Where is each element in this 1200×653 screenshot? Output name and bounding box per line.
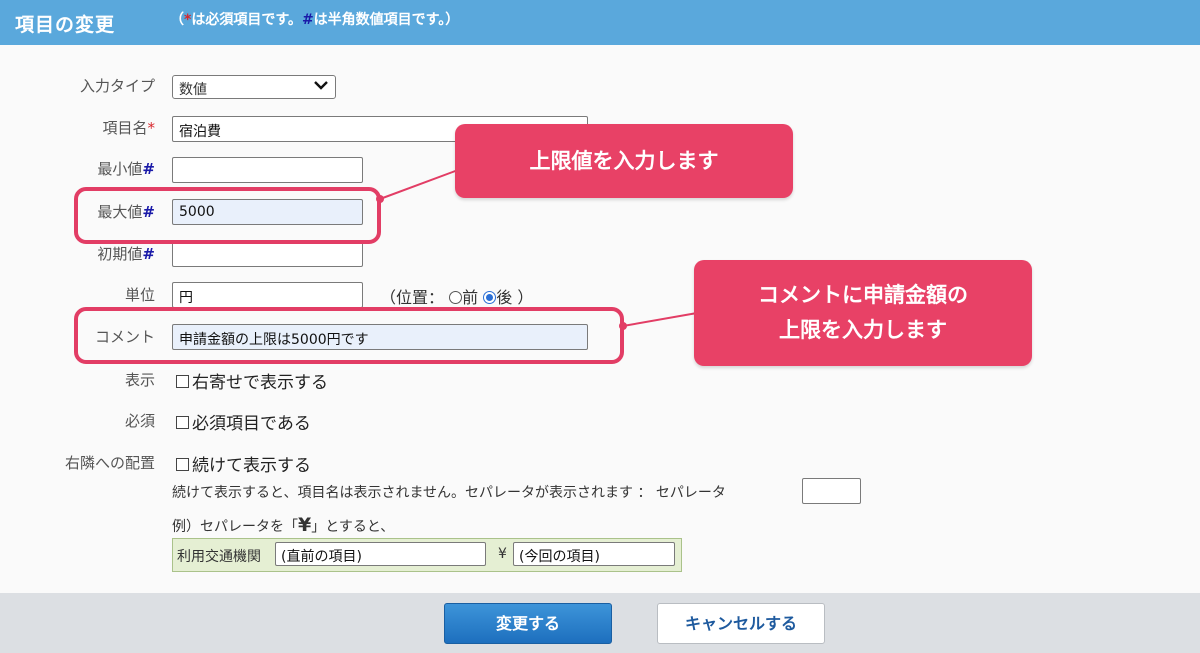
submit-button[interactable]: 変更する [444, 603, 612, 644]
comment-callout-line1: コメントに申請金額の [758, 283, 968, 307]
cancel-button[interactable]: キャンセルする [657, 603, 825, 644]
max-value-highlight [74, 187, 381, 244]
comment-callout-line2: 上限を入力します [779, 318, 947, 342]
comment-callout: コメントに申請金額の 上限を入力します [694, 260, 1032, 366]
max-value-callout: 上限値を入力します [455, 124, 793, 198]
comment-highlight [74, 307, 624, 364]
